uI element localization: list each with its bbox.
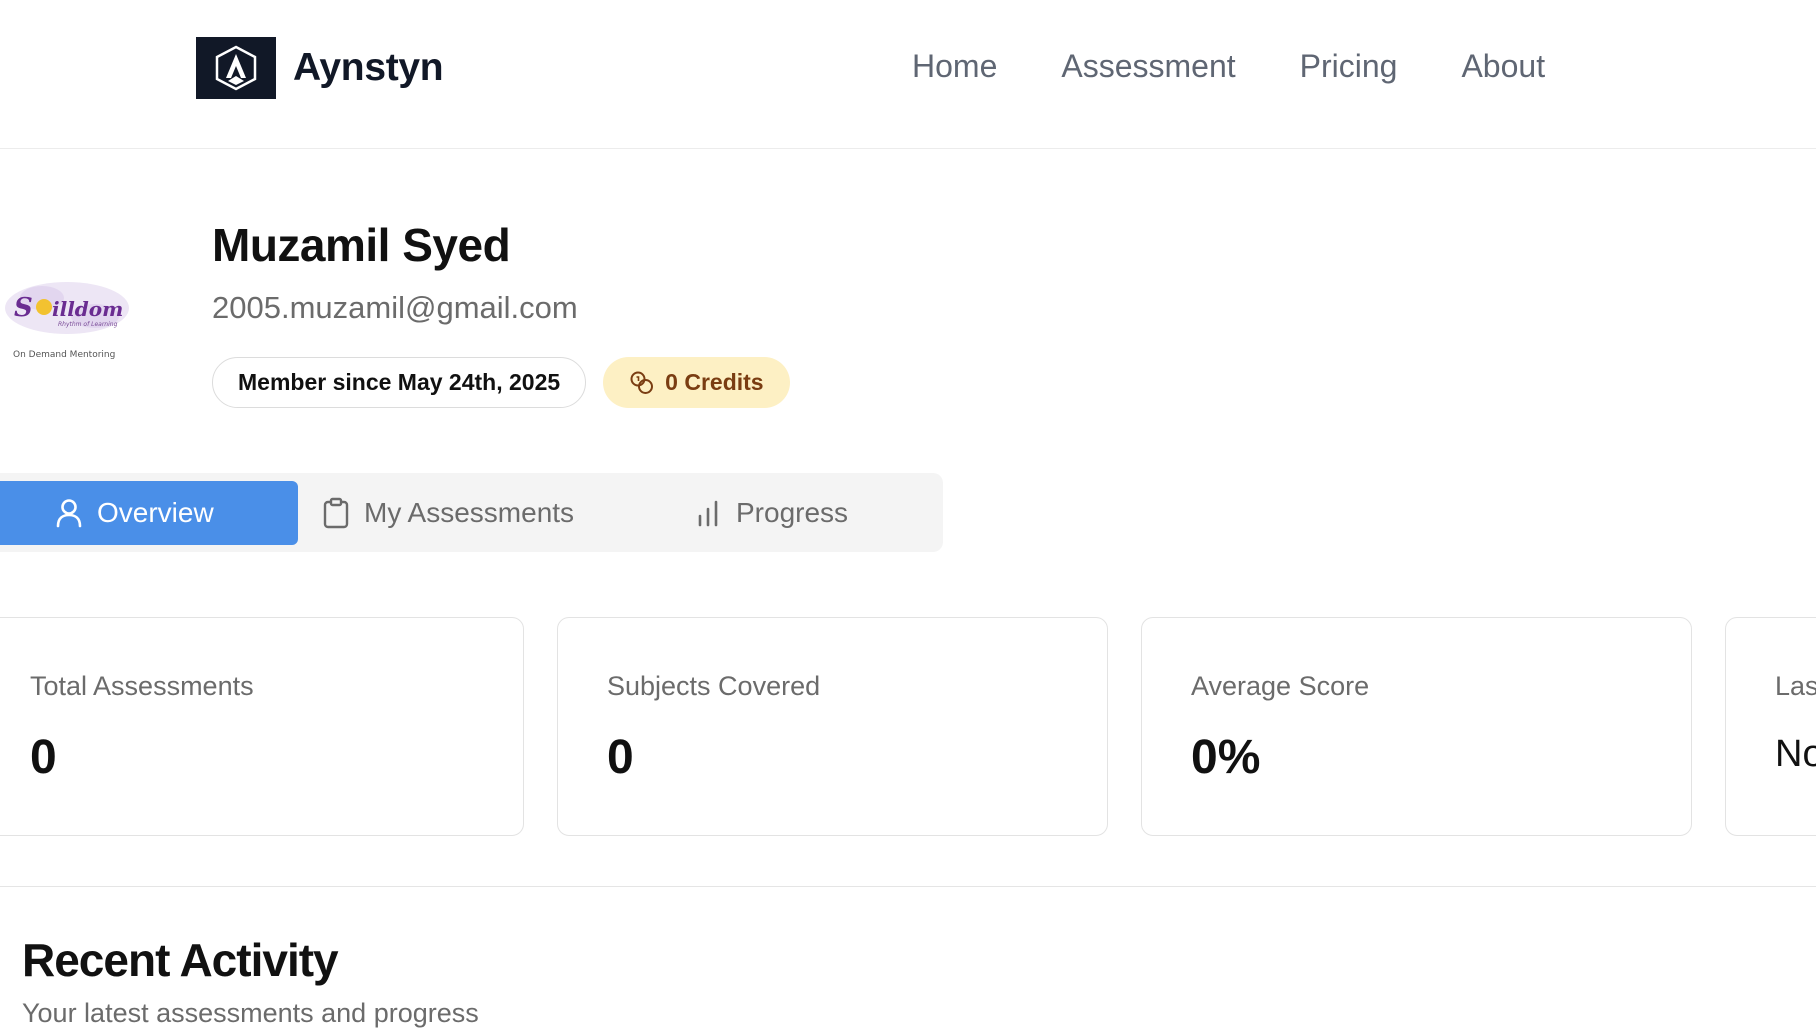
stat-card-last: Las No [1725, 617, 1816, 836]
credits-badge: 0 Credits [603, 357, 790, 408]
nav-about[interactable]: About [1461, 48, 1545, 85]
tab-my-assessments-label: My Assessments [364, 497, 575, 528]
brand-logo-icon [196, 37, 276, 99]
profile-name: Muzamil Syed [212, 219, 511, 271]
avatar-tagline: Rhythm of Learning [58, 321, 118, 328]
recent-activity-title: Recent Activity [22, 934, 339, 986]
clipboard-icon [323, 497, 349, 529]
credits-label: 0 Credits [665, 369, 764, 395]
stat-card-average-score: Average Score 0% [1141, 617, 1692, 836]
tab-my-assessments[interactable]: My Assessments [322, 481, 574, 545]
stat-label: Average Score [1191, 671, 1370, 701]
avatar: S illdom Rhythm of Learning On Demand Me… [0, 276, 134, 366]
stat-card-total-assessments: Total Assessments 0 [0, 617, 524, 836]
avatar-subtext: On Demand Mentoring [13, 350, 115, 360]
nav-home[interactable]: Home [912, 48, 997, 85]
stat-value: No [1775, 733, 1816, 775]
user-icon [56, 499, 82, 528]
tab-overview-label: Overview [97, 497, 214, 528]
stat-value: 0 [30, 731, 57, 784]
stat-card-subjects-covered: Subjects Covered 0 [557, 617, 1108, 836]
profile-badges: Member since May 24th, 2025 0 Credits [212, 357, 790, 408]
recent-activity-subtitle: Your latest assessments and progress [22, 998, 479, 1028]
tab-progress-label: Progress [736, 497, 849, 528]
stat-label: Total Assessments [30, 671, 254, 701]
avatar-logo-text: illdom [52, 297, 123, 321]
stat-value: 0% [1191, 731, 1261, 784]
nav-pricing[interactable]: Pricing [1300, 48, 1398, 85]
page-root: Aynstyn Home Assessment Pricing About S … [0, 0, 1816, 1036]
top-header: Aynstyn Home Assessment Pricing About [0, 0, 1816, 149]
stat-label: Subjects Covered [607, 671, 821, 701]
tab-progress[interactable]: Progress [694, 481, 848, 545]
section-divider [0, 886, 1816, 887]
stat-value: 0 [607, 731, 634, 784]
brand-name: Aynstyn [293, 46, 444, 89]
bar-chart-icon [698, 500, 718, 527]
coins-icon [630, 371, 654, 394]
avatar-logo-letter: S [14, 293, 33, 323]
member-since-badge: Member since May 24th, 2025 [212, 357, 587, 408]
main-nav: Home Assessment Pricing About [912, 48, 1609, 85]
tab-overview[interactable]: Overview [0, 481, 298, 545]
nav-assessment[interactable]: Assessment [1061, 48, 1235, 85]
profile-tabs: Overview My Assessments Progress [0, 473, 943, 552]
brand[interactable]: Aynstyn [196, 37, 444, 99]
profile-email: 2005.muzamil@gmail.com [212, 290, 578, 325]
stat-label: Las [1775, 671, 1816, 701]
